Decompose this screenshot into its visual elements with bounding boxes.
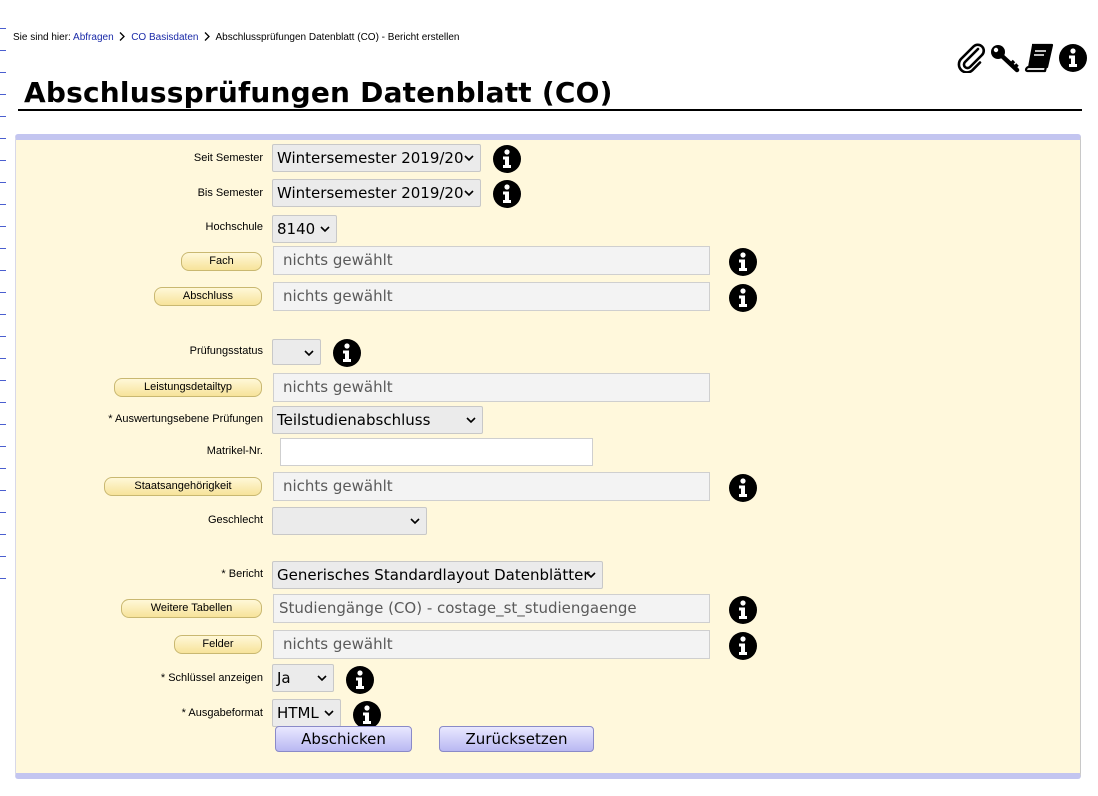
toolbar — [955, 42, 1089, 74]
breadcrumb-prefix: Sie sind hier: — [13, 32, 71, 43]
ausgabeformat-select[interactable]: HTML — [272, 699, 341, 727]
hochschule-select[interactable]: 8140 — [272, 215, 337, 243]
matrikel-input[interactable] — [280, 438, 593, 466]
auswertungsebene-label: * Auswertungsebene Prüfungen — [108, 413, 263, 425]
bericht-select[interactable]: Generisches Standardlayout Datenblätter — [272, 561, 603, 589]
weitere-tabellen-info-icon[interactable] — [728, 595, 758, 625]
row-bericht: * Bericht Generisches Standardlayout Dat… — [16, 559, 1082, 589]
ausgabeformat-value: HTML — [277, 704, 319, 722]
title-divider — [18, 109, 1082, 111]
row-felder: Felder nichts gewählt — [16, 629, 1082, 661]
pruefungsstatus-label: Prüfungsstatus — [189, 345, 263, 357]
chevron-down-icon — [464, 155, 474, 162]
seit-semester-select[interactable]: Wintersemester 2019/20 — [272, 144, 481, 172]
row-weitere-tabellen: Weitere Tabellen Studiengänge (CO) - cos… — [16, 593, 1082, 625]
schluessel-label: * Schlüssel anzeigen — [160, 672, 263, 684]
schluessel-info-icon[interactable] — [345, 665, 375, 695]
row-abschluss: Abschluss nichts gewählt — [16, 282, 1082, 312]
weitere-tabellen-field[interactable]: Studiengänge (CO) - costage_st_studienga… — [273, 594, 710, 623]
row-auswertungsebene: * Auswertungsebene Prüfungen Teilstudien… — [16, 404, 1082, 434]
page-title: Abschlussprüfungen Datenblatt (CO) — [24, 76, 613, 109]
row-seit-semester: Seit Semester Wintersemester 2019/20 — [16, 143, 1082, 173]
felder-button[interactable]: Felder — [174, 635, 262, 654]
row-schluessel: * Schlüssel anzeigen Ja — [16, 663, 1082, 695]
row-hochschule: Hochschule 8140 — [16, 212, 1082, 243]
fach-field[interactable]: nichts gewählt — [273, 246, 710, 275]
chevron-down-icon — [466, 417, 476, 424]
seit-semester-info-icon[interactable] — [492, 144, 522, 174]
weitere-tabellen-button[interactable]: Weitere Tabellen — [121, 599, 262, 618]
fach-button[interactable]: Fach — [181, 252, 262, 271]
chevron-down-icon — [586, 572, 596, 579]
submit-button[interactable]: Abschicken — [275, 726, 412, 752]
abschluss-info-icon[interactable] — [728, 283, 758, 313]
staatsangehoerigkeit-info-icon[interactable] — [728, 473, 758, 503]
geschlecht-label: Geschlecht — [207, 514, 263, 526]
chevron-right-icon — [204, 32, 211, 41]
felder-field[interactable]: nichts gewählt — [273, 630, 710, 659]
breadcrumb: Sie sind hier: Abfragen CO Basisdaten Ab… — [13, 32, 460, 43]
key-icon[interactable] — [989, 42, 1021, 74]
bis-semester-info-icon[interactable] — [492, 179, 522, 209]
hochschule-value: 8140 — [277, 220, 316, 238]
breadcrumb-link-abfragen[interactable]: Abfragen — [73, 32, 114, 43]
seit-semester-value: Wintersemester 2019/20 — [277, 149, 464, 167]
schluessel-value: Ja — [277, 669, 291, 687]
hochschule-label: Hochschule — [205, 221, 263, 233]
matrikel-label: Matrikel-Nr. — [206, 445, 263, 457]
paperclip-icon[interactable] — [955, 42, 987, 74]
row-fach: Fach nichts gewählt — [16, 246, 1082, 276]
row-ausgabeformat: * Ausgabeformat HTML — [16, 698, 1082, 729]
row-leistungsdetailtyp: Leistungsdetailtyp nichts gewählt — [16, 373, 1082, 403]
staatsangehoerigkeit-field[interactable]: nichts gewählt — [273, 472, 710, 501]
bericht-value: Generisches Standardlayout Datenblätter — [277, 566, 590, 584]
auswertungsebene-value: Teilstudienabschluss — [277, 411, 431, 429]
leistungsdetailtyp-field[interactable]: nichts gewählt — [273, 373, 710, 402]
abschluss-field[interactable]: nichts gewählt — [273, 282, 710, 311]
pruefungsstatus-select[interactable] — [272, 339, 321, 365]
auswertungsebene-select[interactable]: Teilstudienabschluss — [272, 406, 483, 434]
info-icon[interactable] — [1057, 42, 1089, 74]
fach-info-icon[interactable] — [728, 247, 758, 277]
pruefungsstatus-info-icon[interactable] — [332, 338, 362, 368]
geschlecht-select[interactable] — [272, 507, 427, 535]
chevron-down-icon — [464, 190, 474, 197]
bericht-label: * Bericht — [221, 568, 263, 580]
staatsangehoerigkeit-button[interactable]: Staatsangehörigkeit — [104, 477, 262, 496]
bis-semester-select[interactable]: Wintersemester 2019/20 — [272, 179, 481, 207]
row-staatsangehoerigkeit: Staatsangehörigkeit nichts gewählt — [16, 471, 1082, 503]
left-margin-dashes — [0, 28, 6, 588]
ausgabeformat-label: * Ausgabeformat — [181, 707, 263, 719]
breadcrumb-link-co-basisdaten[interactable]: CO Basisdaten — [131, 32, 198, 43]
bis-semester-value: Wintersemester 2019/20 — [277, 184, 464, 202]
row-pruefungsstatus: Prüfungsstatus — [16, 336, 1082, 368]
breadcrumb-current: Abschlussprüfungen Datenblatt (CO) - Ber… — [215, 32, 460, 43]
felder-info-icon[interactable] — [728, 631, 758, 661]
chevron-down-icon — [410, 518, 420, 525]
form-panel: Seit Semester Wintersemester 2019/20 Bis… — [15, 134, 1081, 779]
chevron-down-icon — [304, 350, 314, 357]
abschluss-button[interactable]: Abschluss — [154, 287, 262, 306]
chevron-down-icon — [324, 710, 334, 717]
row-bis-semester: Bis Semester Wintersemester 2019/20 — [16, 178, 1082, 208]
schluessel-select[interactable]: Ja — [272, 664, 334, 692]
book-icon[interactable] — [1023, 42, 1055, 74]
row-geschlecht: Geschlecht — [16, 505, 1082, 535]
leistungsdetailtyp-button[interactable]: Leistungsdetailtyp — [114, 378, 262, 397]
chevron-down-icon — [320, 226, 330, 233]
reset-button[interactable]: Zurücksetzen — [439, 726, 594, 752]
row-matrikel: Matrikel-Nr. — [16, 436, 1082, 466]
chevron-right-icon — [119, 32, 126, 41]
bis-semester-label: Bis Semester — [197, 187, 263, 199]
seit-semester-label: Seit Semester — [193, 152, 263, 164]
chevron-down-icon — [317, 675, 327, 682]
